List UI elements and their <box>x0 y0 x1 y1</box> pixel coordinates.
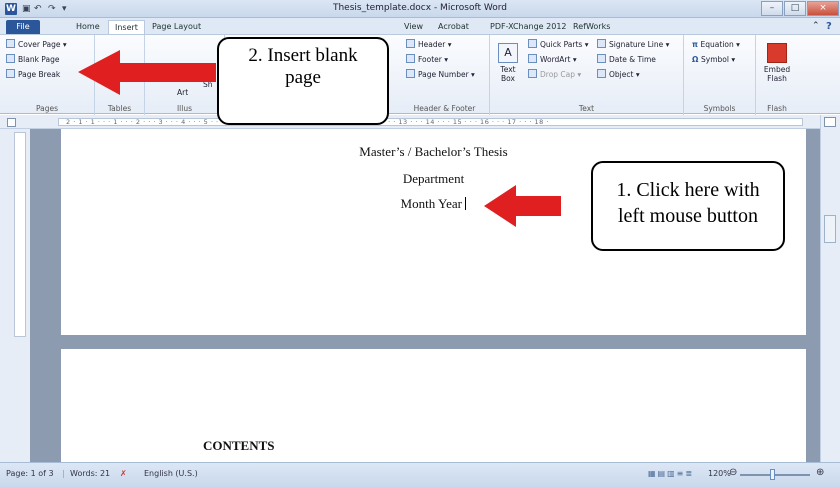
view-buttons[interactable]: ▦▤▥≡≣ <box>648 469 694 478</box>
wordart-button[interactable]: WordArt ▾ <box>528 54 577 65</box>
page-number-button[interactable]: Page Number ▾ <box>406 69 475 80</box>
object-icon <box>597 69 606 78</box>
ruler-toggle-icon[interactable] <box>824 117 836 127</box>
group-flash: Embed Flash Flash <box>756 35 798 115</box>
tab-acrobat[interactable]: Acrobat <box>432 20 475 34</box>
flash-icon <box>767 43 787 63</box>
page-number-label: Page Number <box>418 70 469 79</box>
zoom-in-icon[interactable]: ⊕ <box>816 467 824 478</box>
cover-page-icon <box>6 39 15 48</box>
cover-page-label: Cover Page <box>18 40 61 49</box>
quick-parts-icon <box>528 39 537 48</box>
vertical-ruler[interactable] <box>14 132 26 337</box>
close-button[interactable]: × <box>807 1 839 16</box>
proofing-icon[interactable]: ✗ <box>120 469 127 478</box>
contents-heading: CONTENTS <box>203 438 275 453</box>
text-group-label: Text <box>578 104 595 113</box>
signature-line-button[interactable]: Signature Line ▾ <box>597 39 669 50</box>
tab-pdf-xchange[interactable]: PDF-XChange 2012 <box>484 20 573 34</box>
page-number-icon <box>406 69 415 78</box>
window-title: Thesis_template.docx - Microsoft Word <box>332 3 508 13</box>
header-footer-group-label: Header & Footer <box>413 104 476 113</box>
footer-button[interactable]: Footer ▾ <box>406 54 448 65</box>
equation-button[interactable]: π Equation ▾ <box>692 39 740 50</box>
page-break-label: Page Break <box>18 70 61 79</box>
maximize-button[interactable]: □ <box>784 1 806 16</box>
page-break-icon <box>6 69 15 78</box>
language-indicator[interactable]: English (U.S.) <box>144 469 198 478</box>
text-box-icon: A <box>498 43 518 63</box>
horizontal-ruler[interactable]: 2 · 1 · 1 · · · 1 · · · 2 · · · 3 · · · … <box>0 115 840 129</box>
minimize-button[interactable]: – <box>761 1 783 16</box>
omega-icon: Ω <box>692 55 701 64</box>
signature-line-label: Signature Line <box>609 40 664 49</box>
footer-icon <box>406 54 415 63</box>
click-here-callout: 1. Click here with left mouse button <box>591 161 785 251</box>
month-year-text: Month Year <box>400 196 462 211</box>
symbol-label: Symbol <box>701 55 729 64</box>
zoom-slider-track[interactable] <box>740 474 810 476</box>
word-count[interactable]: Words: 21 <box>70 469 110 478</box>
date-time-icon <box>597 54 606 63</box>
symbols-group-label: Symbols <box>703 104 736 113</box>
blank-page-icon <box>6 54 15 63</box>
quick-parts-button[interactable]: Quick Parts ▾ <box>528 39 588 50</box>
header-icon <box>406 39 415 48</box>
tab-selector-icon[interactable] <box>7 118 16 127</box>
blank-page-button[interactable]: Blank Page <box>6 54 59 65</box>
thesis-type-line: Master’s / Bachelor’s Thesis <box>359 144 508 159</box>
ribbon-tabs: File Home Insert Page Layout View Acroba… <box>0 18 840 34</box>
group-text: A Text Box Quick Parts ▾ WordArt ▾ Drop C… <box>490 35 684 115</box>
vertical-scrollbar[interactable] <box>820 115 840 462</box>
embed-flash-label: Embed Flash <box>763 65 791 83</box>
drop-cap-label: Drop Cap <box>540 70 576 79</box>
arrow-to-blank-page-icon <box>78 50 216 95</box>
object-label: Object <box>609 70 634 79</box>
tab-view[interactable]: View <box>398 20 429 34</box>
scroll-thumb[interactable] <box>824 215 836 243</box>
zoom-slider-knob[interactable] <box>770 469 775 480</box>
status-bar: Page: 1 of 3 | Words: 21 ✗ English (U.S.… <box>0 462 840 487</box>
tab-page-layout[interactable]: Page Layout <box>146 20 207 34</box>
text-box-label: Text Box <box>500 65 516 83</box>
zoom-level[interactable]: 120% <box>708 469 731 478</box>
text-cursor <box>464 197 467 210</box>
header-label: Header <box>418 40 446 49</box>
text-box-button[interactable]: A Text Box <box>494 43 522 83</box>
equation-label: Equation <box>700 40 734 49</box>
tab-home[interactable]: Home <box>70 20 106 34</box>
page-2[interactable]: CONTENTS <box>61 349 806 469</box>
tab-insert[interactable]: Insert <box>108 20 145 34</box>
wordart-icon <box>528 54 537 63</box>
wordart-label: WordArt <box>540 55 571 64</box>
zoom-out-icon[interactable]: ⊖ <box>729 467 737 478</box>
drop-cap-button[interactable]: Drop Cap ▾ <box>528 69 581 80</box>
tab-refworks[interactable]: RefWorks <box>567 20 616 34</box>
tab-file[interactable]: File <box>6 20 40 34</box>
date-time-label: Date & Time <box>609 55 656 64</box>
header-button[interactable]: Header ▾ <box>406 39 451 50</box>
status-separator: | <box>62 469 65 478</box>
blank-page-label: Blank Page <box>18 55 60 64</box>
page-break-button[interactable]: Page Break <box>6 69 60 80</box>
drop-cap-icon <box>528 69 537 78</box>
footer-label: Footer <box>418 55 442 64</box>
quick-parts-label: Quick Parts <box>540 40 583 49</box>
cover-page-button[interactable]: Cover Page ▾ <box>6 39 67 50</box>
page-count[interactable]: Page: 1 of 3 <box>6 469 54 478</box>
group-symbols: π Equation ▾ Ω Symbol ▾ Symbols <box>684 35 756 115</box>
symbol-button[interactable]: Ω Symbol ▾ <box>692 54 735 65</box>
flash-group-label: Flash <box>767 104 787 113</box>
object-button[interactable]: Object ▾ <box>597 69 640 80</box>
title-bar: W ▣ ↶ ↷ ▾ Thesis_template.docx - Microso… <box>0 0 840 18</box>
pi-icon: π <box>692 40 701 49</box>
date-time-button[interactable]: Date & Time <box>597 54 656 65</box>
group-header-footer: Header ▾ Footer ▾ Page Number ▾ Header &… <box>400 35 490 115</box>
insert-blank-page-callout: 2. Insert blank page <box>217 37 389 125</box>
help-icon[interactable]: ? <box>820 20 838 34</box>
arrow-to-cursor-icon <box>484 185 561 227</box>
embed-flash-button[interactable]: Embed Flash <box>760 43 794 83</box>
signature-line-icon <box>597 39 606 48</box>
